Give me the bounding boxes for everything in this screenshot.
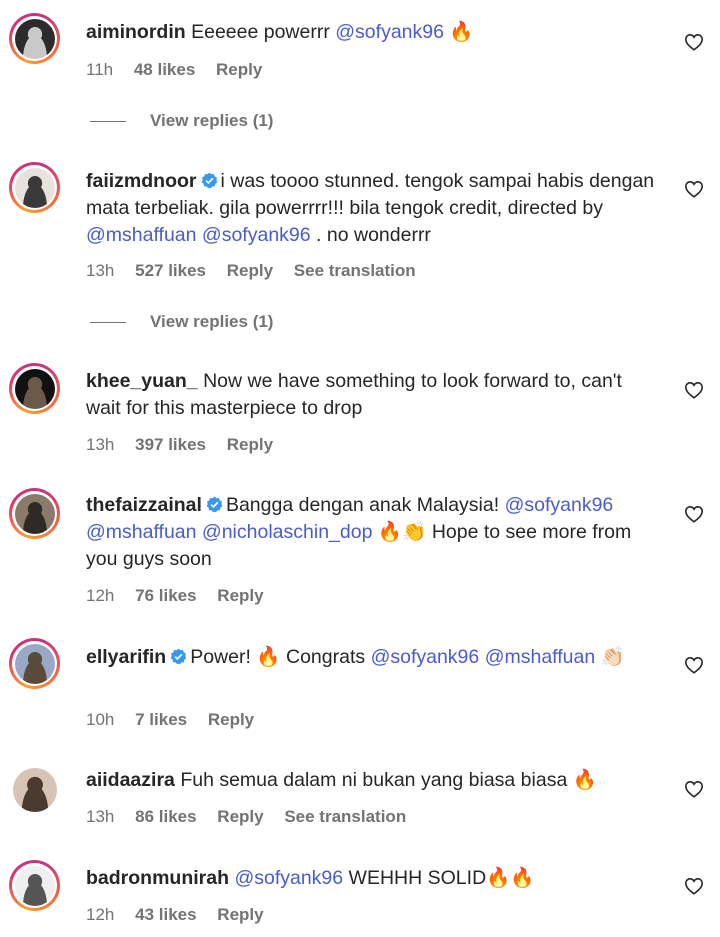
verified-badge-icon [206, 496, 223, 513]
comment-text: 🔥 [443, 21, 474, 43]
comment-time: 13h [86, 435, 115, 454]
comment-body: thefaizzainal Bangga dengan anak Malaysia… [86, 492, 661, 573]
view-replies-button[interactable]: View replies (1) [90, 312, 273, 332]
mention-link[interactable]: @sofyank96 [234, 867, 343, 889]
avatar-story-ring[interactable] [9, 363, 60, 414]
heart-outline-icon[interactable] [684, 505, 704, 523]
likes-count[interactable]: 76 likes [135, 586, 196, 605]
mention-link[interactable]: @sofyank96 [202, 224, 311, 246]
avatar [14, 18, 55, 59]
mention-link[interactable]: @mshaffuan [86, 224, 197, 246]
reply-button[interactable]: Reply [217, 586, 263, 605]
mention-link[interactable]: @sofyank96 [371, 646, 480, 668]
comment-meta: 13h 86 likes Reply See translation [86, 807, 422, 827]
comment-time: 12h [86, 586, 115, 605]
comment-time: 12h [86, 905, 115, 924]
reply-button[interactable]: Reply [216, 60, 262, 79]
heart-outline-icon[interactable] [684, 381, 704, 399]
comment-text: Power! 🔥 Congrats [190, 646, 371, 668]
reply-button[interactable]: Reply [217, 807, 263, 826]
see-translation-button[interactable]: See translation [284, 807, 406, 826]
comment-meta: 10h 7 likes Reply [86, 710, 270, 730]
heart-outline-icon[interactable] [684, 33, 704, 51]
comment-meta: 12h 43 likes Reply [86, 905, 280, 925]
reply-button[interactable]: Reply [217, 905, 263, 924]
verified-badge-icon [201, 172, 217, 189]
avatar [14, 167, 55, 208]
comment-meta: 12h 76 likes Reply [86, 586, 280, 606]
comment-body: badronmunirah @sofyank96 WEHHH SOLID🔥🔥 [86, 865, 661, 892]
comment-meta: 13h 527 likes Reply See translation [86, 261, 432, 281]
see-translation-button[interactable]: See translation [294, 261, 416, 280]
comment-username[interactable]: faiizmdnoor [86, 170, 197, 192]
avatar-story-ring[interactable] [9, 162, 60, 213]
mention-link[interactable]: @sofyank96 [335, 21, 444, 43]
view-replies-label: View replies (1) [150, 312, 274, 331]
divider [90, 120, 126, 122]
view-replies-label: View replies (1) [150, 111, 274, 130]
comment-text: 👏🏻 [595, 646, 625, 668]
avatar [14, 493, 55, 534]
avatar-story-ring[interactable] [9, 488, 60, 539]
comment-username[interactable]: badronmunirah [86, 867, 229, 889]
comment-time: 11h [86, 60, 114, 79]
comment-username[interactable]: aiidaazira [86, 769, 175, 791]
reply-button[interactable]: Reply [227, 435, 273, 454]
avatar-story-ring[interactable] [9, 13, 60, 64]
comment-time: 13h [86, 807, 115, 826]
likes-count[interactable]: 7 likes [135, 710, 187, 729]
reply-button[interactable]: Reply [208, 710, 254, 729]
avatar [14, 643, 55, 684]
comment-username[interactable]: thefaizzainal [86, 494, 202, 516]
avatar [12, 767, 57, 812]
comment-text: . no wonderrr [310, 224, 431, 246]
comment-body: ellyarifin Power! 🔥 Congrats @sofyank96 @… [86, 644, 661, 671]
comment-text: Bangga dengan anak Malaysia! [225, 494, 505, 516]
comment-body: aiminordin Eeeeee powerrr @sofyank96 🔥 [86, 19, 661, 46]
comment-username[interactable]: aiminordin [86, 21, 186, 43]
comment-body: faiizmdnoor i was toooo stunned. tengok s… [86, 168, 661, 249]
likes-count[interactable]: 527 likes [135, 261, 206, 280]
mention-link[interactable]: @mshaffuan [86, 521, 197, 543]
avatar-story-ring[interactable] [9, 638, 60, 689]
view-replies-button[interactable]: View replies (1) [90, 111, 273, 131]
comment-text: WEHHH SOLID🔥🔥 [343, 867, 535, 889]
heart-outline-icon[interactable] [684, 780, 704, 798]
avatar-story-ring[interactable] [9, 860, 60, 911]
comment-text: Eeeeee powerrr [191, 21, 336, 43]
heart-outline-icon[interactable] [684, 180, 704, 198]
comment-username[interactable]: ellyarifin [86, 646, 166, 668]
avatar [14, 368, 55, 409]
mention-link[interactable]: @nicholaschin_dop [202, 521, 373, 543]
mention-link[interactable]: @sofyank96 [505, 494, 614, 516]
heart-outline-icon[interactable] [684, 656, 704, 674]
reply-button[interactable]: Reply [227, 261, 273, 280]
verified-badge-icon [170, 648, 187, 665]
comment-username[interactable]: khee_yuan_ [86, 370, 198, 392]
likes-count[interactable]: 43 likes [135, 905, 196, 924]
avatar-wrapper[interactable] [9, 764, 60, 815]
comment-body: aiidaazira Fuh semua dalam ni bukan yang… [86, 767, 661, 794]
likes-count[interactable]: 86 likes [135, 807, 196, 826]
divider [90, 321, 126, 323]
comment-text: Fuh semua dalam ni bukan yang biasa bias… [180, 769, 598, 791]
avatar [14, 865, 55, 906]
comment-meta: 13h 397 likes Reply [86, 435, 289, 455]
mention-link[interactable]: @mshaffuan [485, 646, 596, 668]
comment-time: 13h [86, 261, 115, 280]
heart-outline-icon[interactable] [684, 877, 704, 895]
comment-meta: 11h 48 likes Reply [86, 60, 278, 80]
comment-time: 10h [86, 710, 115, 729]
likes-count[interactable]: 48 likes [134, 60, 195, 79]
likes-count[interactable]: 397 likes [135, 435, 206, 454]
comment-body: khee_yuan_ Now we have something to look… [86, 368, 661, 422]
